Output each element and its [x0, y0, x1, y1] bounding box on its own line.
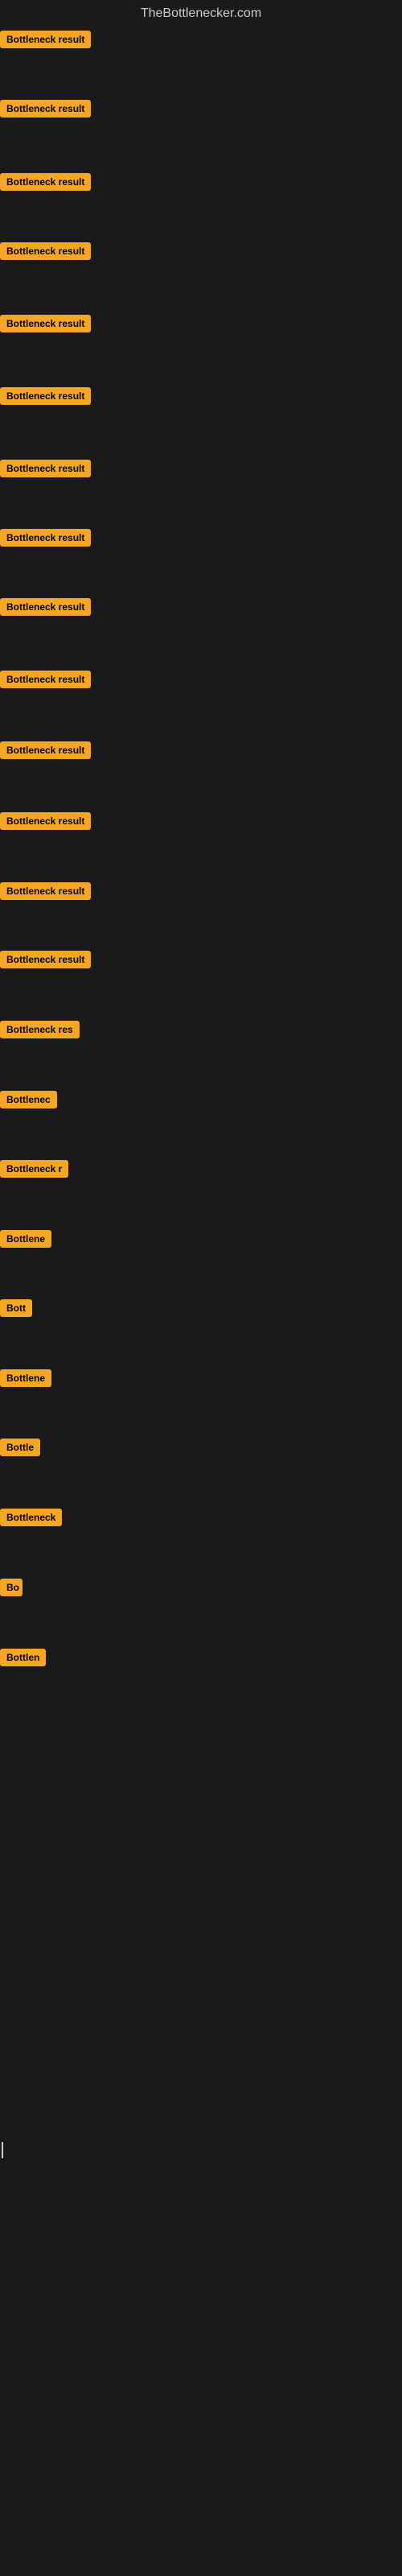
bottleneck-row: Bottleneck result	[0, 100, 402, 122]
bottleneck-badge[interactable]: Bott	[0, 1299, 32, 1317]
bottleneck-row: Bottlene	[0, 1369, 402, 1391]
bottleneck-badge[interactable]: Bo	[0, 1579, 23, 1596]
bottleneck-badge[interactable]: Bottleneck result	[0, 100, 91, 118]
bottleneck-badge[interactable]: Bottleneck result	[0, 529, 91, 547]
bottleneck-row: Bottlenec	[0, 1091, 402, 1113]
bottleneck-badge[interactable]: Bottle	[0, 1439, 40, 1456]
bottleneck-row: Bottleneck result	[0, 31, 402, 52]
bottleneck-row: Bottleneck result	[0, 671, 402, 692]
bottleneck-row: Bottleneck result	[0, 951, 402, 972]
bottleneck-badge[interactable]: Bottleneck result	[0, 460, 91, 477]
bottleneck-row: Bottleneck result	[0, 598, 402, 620]
bottleneck-row: Bottleneck result	[0, 812, 402, 834]
bottleneck-row: Bottle	[0, 1439, 402, 1460]
bottleneck-badge[interactable]: Bottleneck r	[0, 1160, 68, 1178]
bottleneck-row: Bottleneck result	[0, 741, 402, 763]
bottleneck-badge[interactable]: Bottleneck result	[0, 671, 91, 688]
bottleneck-badge[interactable]: Bottleneck result	[0, 173, 91, 191]
bottleneck-badge[interactable]: Bottleneck result	[0, 31, 91, 48]
bottleneck-badge[interactable]: Bottleneck	[0, 1509, 62, 1526]
bottleneck-row: Bottlen	[0, 1649, 402, 1670]
bottleneck-row: Bott	[0, 1299, 402, 1321]
bottleneck-row: Bottleneck result	[0, 173, 402, 195]
bottleneck-row: Bottleneck res	[0, 1021, 402, 1042]
bottleneck-badge[interactable]: Bottleneck res	[0, 1021, 80, 1038]
bottleneck-row: Bo	[0, 1579, 402, 1600]
bottleneck-row: Bottleneck result	[0, 242, 402, 264]
bottleneck-row: Bottleneck result	[0, 882, 402, 904]
bottleneck-badge[interactable]: Bottleneck result	[0, 242, 91, 260]
bottleneck-row: Bottleneck result	[0, 315, 402, 336]
bottleneck-badge[interactable]: Bottleneck result	[0, 951, 91, 968]
bottleneck-row: Bottleneck result	[0, 529, 402, 551]
bottleneck-row: Bottleneck result	[0, 460, 402, 481]
bottleneck-row: Bottleneck	[0, 1509, 402, 1530]
bottleneck-badge[interactable]: Bottleneck result	[0, 315, 91, 332]
bottleneck-row: Bottlene	[0, 1230, 402, 1252]
bottleneck-badge[interactable]: Bottlen	[0, 1649, 46, 1666]
bottleneck-badge[interactable]: Bottleneck result	[0, 812, 91, 830]
site-title: TheBottlenecker.com	[0, 0, 402, 31]
bottleneck-badge[interactable]: Bottleneck result	[0, 387, 91, 405]
bottleneck-badge[interactable]: Bottlene	[0, 1230, 51, 1248]
bottleneck-row: Bottleneck r	[0, 1160, 402, 1182]
bottleneck-badge[interactable]: Bottleneck result	[0, 882, 91, 900]
bottleneck-badge[interactable]: Bottleneck result	[0, 598, 91, 616]
bottleneck-badge[interactable]: Bottleneck result	[0, 741, 91, 759]
bottleneck-badge[interactable]: Bottlenec	[0, 1091, 57, 1108]
bottleneck-badge[interactable]: Bottlene	[0, 1369, 51, 1387]
cursor-line	[2, 2142, 3, 2158]
bottleneck-row: Bottleneck result	[0, 387, 402, 409]
